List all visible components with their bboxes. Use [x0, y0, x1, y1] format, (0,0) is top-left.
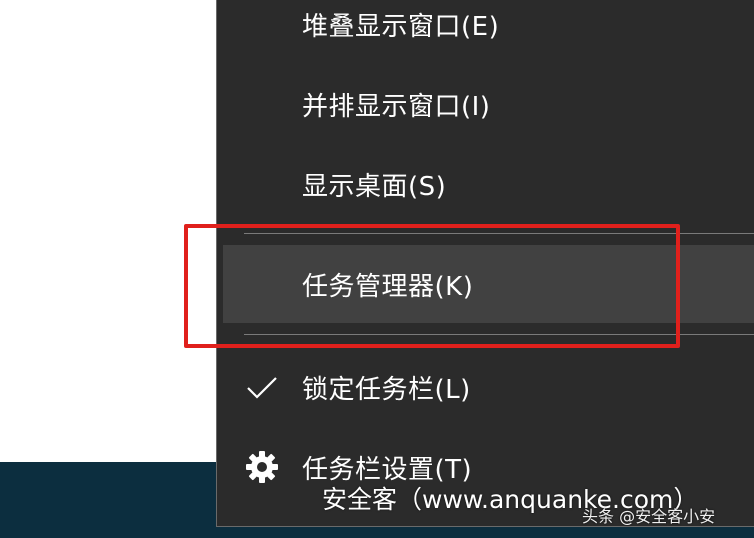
- menu-item-label: 显示桌面(S): [302, 171, 447, 202]
- gear-icon: [246, 451, 278, 483]
- checkmark-icon: [247, 377, 277, 399]
- menu-item-side-by-side[interactable]: 并排显示窗口(I): [217, 74, 754, 134]
- menu-item-show-desktop[interactable]: 显示桌面(S): [217, 154, 754, 214]
- highlight-box-annotation: [184, 224, 680, 348]
- menu-item-label: 堆叠显示窗口(E): [302, 11, 500, 42]
- watermark-credit: 头条 @安全客小安: [582, 507, 716, 526]
- menu-item-label: 并排显示窗口(I): [302, 91, 491, 122]
- menu-item-lock-taskbar[interactable]: 锁定任务栏(L): [217, 357, 754, 417]
- menu-item-label: 锁定任务栏(L): [302, 374, 471, 405]
- menu-item-cascade-windows[interactable]: 堆叠显示窗口(E): [217, 0, 754, 54]
